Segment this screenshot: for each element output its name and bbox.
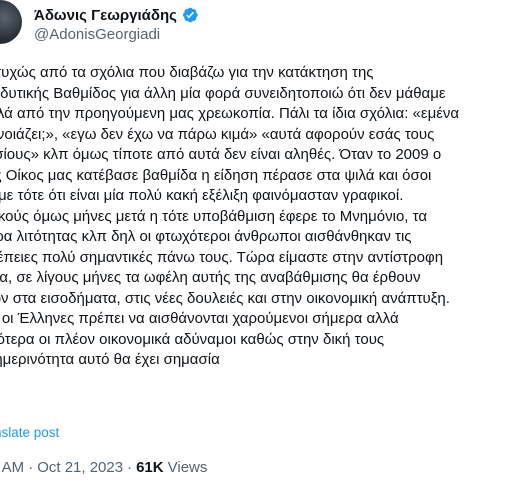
meta-separator: ·	[127, 459, 133, 476]
tweet-line: ε νοιάζει;», «εγω δεν έχω να πάρω κιμά» …	[0, 125, 435, 143]
meta-separator: ·	[28, 459, 34, 476]
tweet-line: ενδυτικής Βαθμίδος για άλλη μία φορά συν…	[0, 84, 446, 102]
views-count: 61K	[136, 459, 164, 476]
tweet-line: υσίους» κλπ όμως τίποτε από αυτά δεν είν…	[0, 146, 442, 163]
tweet-line: ινέπειες πολύ σημαντικές πάνω τους. Τώρα…	[0, 248, 444, 266]
tweet-line: ιεία, σε λίγους μήνες τα ωφέλη αυτής της…	[0, 269, 421, 286]
tweet-line: οι οι Έλληνες πρέπει να αισθάνονται χαρο…	[0, 310, 399, 327]
tweet-line: ιαμε τότε ότι είναι μία πολύ κακή εξέλιξ…	[0, 187, 404, 204]
tweet-line: ιτρα λιτότητας κλπ δηλ οι φτωχότεροι άνθ…	[0, 228, 412, 245]
tweet-line: στυχώς από τα σχόλια που διαβάζω για την…	[0, 64, 374, 81]
tweet-line: θημερινότητα αυτό θα έχει σημασία	[0, 351, 220, 368]
display-name[interactable]: Άδωνις Γεωργιάδης	[34, 7, 177, 24]
tweet-line: ικότερα οι πλέον οικονομικά αδύναμοι καθ…	[0, 330, 385, 348]
tweet-line: ιων στα εισοδήματα, στις νέες δουλειές κ…	[0, 289, 450, 307]
author-name-row: Άδωνις Γεωργιάδης	[34, 4, 199, 26]
post-metadata: 7 AM · Oct 21, 2023 · 61K Views	[0, 459, 207, 476]
avatar[interactable]	[0, 0, 22, 44]
post-time[interactable]: 7 AM	[0, 459, 24, 476]
tweet-text: στυχώς από τα σχόλια που διαβάζω για την…	[0, 63, 530, 371]
translate-post-link[interactable]: nslate post	[0, 425, 59, 440]
verified-badge-icon	[182, 7, 198, 23]
tweet-line: ρικούς όμως μήνες μετά η τότε υποβάθμιση…	[0, 207, 428, 225]
tweet-line: ος Οίκος μας κατέβασε βαθμίδα η είδηση π…	[0, 166, 432, 184]
post-date[interactable]: Oct 21, 2023	[37, 459, 123, 476]
views-label: Views	[167, 459, 208, 476]
author-handle[interactable]: @AdonisGeorgiadi	[34, 26, 160, 43]
tweet-line: ιλλά από την προηγούμενη μας χρεωκοπία. …	[0, 105, 460, 122]
